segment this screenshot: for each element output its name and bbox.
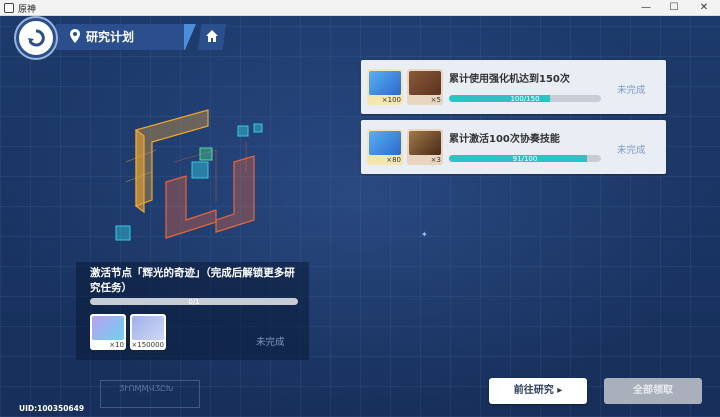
reward-qty: ×3 <box>430 156 441 164</box>
reward-qty: ×80 <box>386 156 401 164</box>
reward-qty: ×150000 <box>131 341 164 349</box>
reward-blue-ingots[interactable]: ×100 <box>367 69 403 105</box>
back-arrow-icon <box>28 29 45 47</box>
reward-qty: ×10 <box>109 341 124 349</box>
blue-ingot-icon <box>369 131 401 155</box>
task-status: 未完成 <box>617 145 646 156</box>
page-title: 研究计划 <box>86 30 135 44</box>
back-button[interactable] <box>16 18 56 58</box>
minimize-button[interactable]: — <box>632 1 660 15</box>
maximize-button[interactable]: ☐ <box>660 1 688 15</box>
game-screen: 研究计划 激活节点「辉光的奇迹」（完成后解锁更多研究任务） 0/1 ×10 ×1… <box>0 16 720 417</box>
uid-label: UID:100350649 <box>19 404 85 413</box>
reward-blue-ingots[interactable]: ×80 <box>367 129 403 165</box>
node-card[interactable]: 激活节点「辉光的奇迹」（完成后解锁更多研究任务） 0/1 ×10 ×150000… <box>76 262 309 360</box>
node-status: 未完成 <box>256 337 285 348</box>
task-title: 累计激活100次协奏技能 <box>449 134 560 145</box>
task-row[interactable]: ×100 ×5 累计使用强化机达到150次 100/150 未完成 <box>361 60 666 114</box>
claim-all-button[interactable]: 全部领取 <box>604 378 702 404</box>
go-research-label: 前往研究 <box>513 385 554 396</box>
close-button[interactable]: ✕ <box>690 1 718 15</box>
node-description: 激活节点「辉光的奇迹」（完成后解锁更多研究任务） <box>90 267 295 294</box>
reward-ancient-book[interactable]: ×3 <box>407 129 443 165</box>
home-button[interactable] <box>198 24 226 50</box>
reward-credit[interactable]: ×150000 <box>130 314 166 350</box>
go-research-button[interactable]: 前往研究 ▸ <box>489 378 587 404</box>
window-title: 原神 <box>18 5 37 15</box>
crystal-ticket-icon <box>92 316 124 340</box>
window-titlebar: 原神 — ☐ ✕ <box>0 0 720 16</box>
task-status: 未完成 <box>617 85 646 96</box>
app-icon <box>4 3 14 13</box>
node-progress-text: 0/1 <box>188 298 200 306</box>
reward-qty: ×5 <box>430 96 441 104</box>
play-arrow-icon: ▸ <box>557 385 563 396</box>
reward-crystal-ticket[interactable]: ×10 <box>90 314 126 350</box>
reward-qty: ×100 <box>381 96 401 104</box>
ancient-book-icon <box>409 131 441 155</box>
credit-card-icon <box>132 316 164 340</box>
skill-book-icon <box>409 71 441 95</box>
task-row[interactable]: ×80 ×3 累计激活100次协奏技能 91/100 未完成 <box>361 120 666 174</box>
blue-ingot-icon <box>369 71 401 95</box>
research-node-illustration <box>115 109 263 241</box>
home-icon <box>206 30 218 42</box>
sparkle-icon: ✦ <box>421 230 428 239</box>
task-progress-text: 100/150 <box>510 95 540 103</box>
decorative-logo: ƷՒՈӍӍՎƷԸԽ <box>100 380 200 408</box>
reward-skill-book[interactable]: ×5 <box>407 69 443 105</box>
location-pin-icon <box>70 29 80 43</box>
task-title: 累计使用强化机达到150次 <box>449 74 570 85</box>
task-progress-text: 91/100 <box>512 155 538 163</box>
